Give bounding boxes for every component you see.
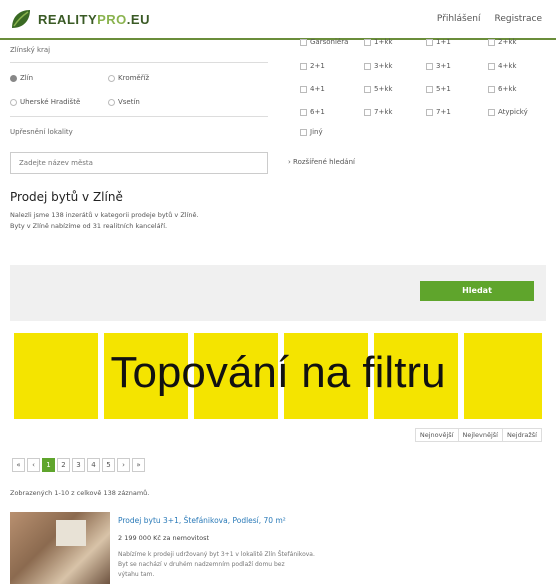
- logo-text: REALITYPRO.EU: [38, 11, 150, 27]
- first-page-button[interactable]: «: [12, 458, 25, 472]
- radio-icon: [10, 98, 17, 106]
- last-page-button[interactable]: »: [132, 458, 145, 472]
- district-option-zlin[interactable]: Zlín: [10, 74, 33, 82]
- room-option[interactable]: 2+kk: [488, 38, 516, 46]
- sort-options: Nejnovější Nejlevnější Nejdražší: [414, 428, 542, 442]
- checkbox-icon: [426, 62, 433, 70]
- checkbox-icon: [488, 38, 495, 46]
- checkbox-icon: [364, 38, 371, 46]
- category-description: Nalezli jsme 138 inzerátů v kategorii pr…: [10, 211, 199, 230]
- room-option[interactable]: 1+1: [426, 38, 451, 46]
- sort-newest[interactable]: Nejnovější: [414, 428, 458, 442]
- room-option[interactable]: 6+1: [300, 108, 325, 116]
- page-button-1[interactable]: 1: [42, 458, 55, 472]
- checkbox-icon: [426, 108, 433, 116]
- prev-page-button[interactable]: ‹: [27, 458, 40, 472]
- room-option[interactable]: 7+kk: [364, 108, 392, 116]
- checkbox-icon: [488, 108, 495, 116]
- site-header: REALITYPRO.EU Přihlášení Registrace: [0, 0, 556, 40]
- room-option[interactable]: Atypický: [488, 108, 528, 116]
- filter-divider: [10, 62, 268, 63]
- checkbox-icon: [300, 108, 307, 116]
- banner-text: Topování na filtru: [110, 348, 446, 397]
- login-link[interactable]: Přihlášení: [437, 14, 481, 24]
- checkbox-icon: [488, 62, 495, 70]
- district-option-uherske-hradiste[interactable]: Uherské Hradiště: [10, 98, 80, 106]
- checkbox-icon: [364, 62, 371, 70]
- page-button-2[interactable]: 2: [57, 458, 70, 472]
- room-option[interactable]: 3+1: [426, 62, 451, 70]
- district-option-vsetin[interactable]: Vsetín: [108, 98, 140, 106]
- checkbox-icon: [488, 85, 495, 93]
- radio-icon: [108, 98, 115, 106]
- advanced-search-toggle[interactable]: › Rozšířené hledání: [288, 158, 355, 166]
- checkbox-icon: [300, 128, 307, 136]
- page-button-4[interactable]: 4: [87, 458, 100, 472]
- sort-cheapest[interactable]: Nejlevnější: [457, 428, 502, 442]
- next-page-button[interactable]: ›: [117, 458, 130, 472]
- result-count: Zobrazených 1-10 z celkově 138 záznamů.: [10, 489, 150, 497]
- room-option[interactable]: 4+1: [300, 85, 325, 93]
- page-title: Prodej bytů v Zlíně: [10, 190, 123, 204]
- checkbox-icon: [364, 85, 371, 93]
- top-nav: Přihlášení Registrace: [437, 14, 542, 24]
- leaf-logo-icon: [12, 10, 30, 28]
- room-option[interactable]: 5+kk: [364, 85, 392, 93]
- checkbox-icon: [426, 85, 433, 93]
- district-option-kromeriz[interactable]: Kroměříž: [108, 74, 149, 82]
- room-option[interactable]: 7+1: [426, 108, 451, 116]
- page-button-3[interactable]: 3: [72, 458, 85, 472]
- page-button-5[interactable]: 5: [102, 458, 115, 472]
- locality-label: Upřesnění lokality: [10, 128, 73, 136]
- radio-icon: [108, 74, 115, 82]
- city-search-input[interactable]: [10, 152, 268, 174]
- room-option[interactable]: Garsoniéra: [300, 38, 348, 46]
- pagination: « ‹ 1 2 3 4 5 › »: [12, 458, 145, 472]
- site-logo[interactable]: REALITYPRO.EU: [10, 8, 150, 30]
- radio-selected-icon: [10, 74, 17, 82]
- checkbox-icon: [364, 108, 371, 116]
- room-option[interactable]: 1+kk: [364, 38, 392, 46]
- listing-price: 2 199 000 Kč za nemovitost: [118, 534, 210, 542]
- search-button[interactable]: Hledat: [420, 281, 534, 301]
- checkbox-icon: [426, 38, 433, 46]
- room-option[interactable]: 6+kk: [488, 85, 516, 93]
- listing-description: Nabízíme k prodeji udržovaný byt 3+1 v l…: [118, 551, 315, 578]
- register-link[interactable]: Registrace: [494, 14, 542, 24]
- region-label: Zlínský kraj: [10, 46, 51, 54]
- room-option[interactable]: 3+kk: [364, 62, 392, 70]
- room-option[interactable]: Jiný: [300, 128, 323, 136]
- listing-thumbnail-detail: [56, 520, 86, 546]
- listing-title-link[interactable]: Prodej bytu 3+1, Štefánikova, Podlesí, 7…: [118, 516, 286, 525]
- sort-priciest[interactable]: Nejdražší: [501, 428, 542, 442]
- room-option[interactable]: 2+1: [300, 62, 325, 70]
- checkbox-icon: [300, 62, 307, 70]
- room-option[interactable]: 5+1: [426, 85, 451, 93]
- chevron-right-icon: ›: [288, 158, 291, 166]
- checkbox-icon: [300, 38, 307, 46]
- checkbox-icon: [300, 85, 307, 93]
- room-option[interactable]: 4+kk: [488, 62, 516, 70]
- filter-divider: [10, 116, 268, 117]
